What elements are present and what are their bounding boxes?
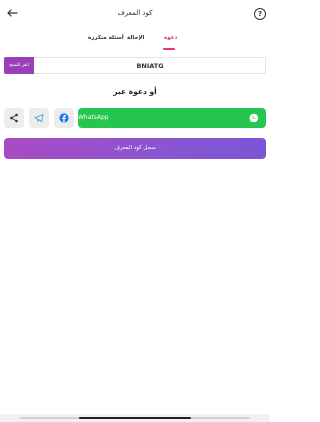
whatsapp-button[interactable]: WhatsApp: [78, 108, 266, 128]
invite-heading: أو دعوة عبر: [113, 87, 157, 96]
tab-invite[interactable]: دعوة: [164, 35, 177, 41]
whatsapp-label: WhatsApp: [78, 114, 109, 121]
copy-button[interactable]: انقر للنسخ: [4, 57, 34, 74]
whatsapp-icon: [249, 113, 259, 123]
share-button[interactable]: [4, 108, 24, 128]
share-icon: [10, 113, 18, 123]
page-title: كود المعرف: [117, 9, 153, 17]
top-bar: ? كود المعرف: [0, 0, 270, 26]
facebook-button[interactable]: [54, 108, 74, 128]
referral-code-box: انقر للنسخ BNIATG: [4, 57, 266, 74]
tab-referral[interactable]: الإحالة: [127, 35, 144, 41]
home-indicator[interactable]: [79, 416, 191, 419]
tab-bar: دعوة الإحالة أسئلة متكررة: [0, 30, 270, 50]
telegram-icon: [34, 114, 44, 122]
telegram-button[interactable]: [29, 108, 49, 128]
back-arrow-icon[interactable]: [6, 7, 18, 19]
register-referral-button[interactable]: سجل كود المعرف: [4, 138, 266, 159]
active-tab-indicator: [163, 48, 175, 50]
referral-code: BNIATG: [136, 62, 164, 70]
share-options: WhatsApp: [0, 108, 270, 128]
facebook-icon: [59, 113, 69, 123]
tab-faq[interactable]: أسئلة متكررة: [88, 35, 124, 41]
